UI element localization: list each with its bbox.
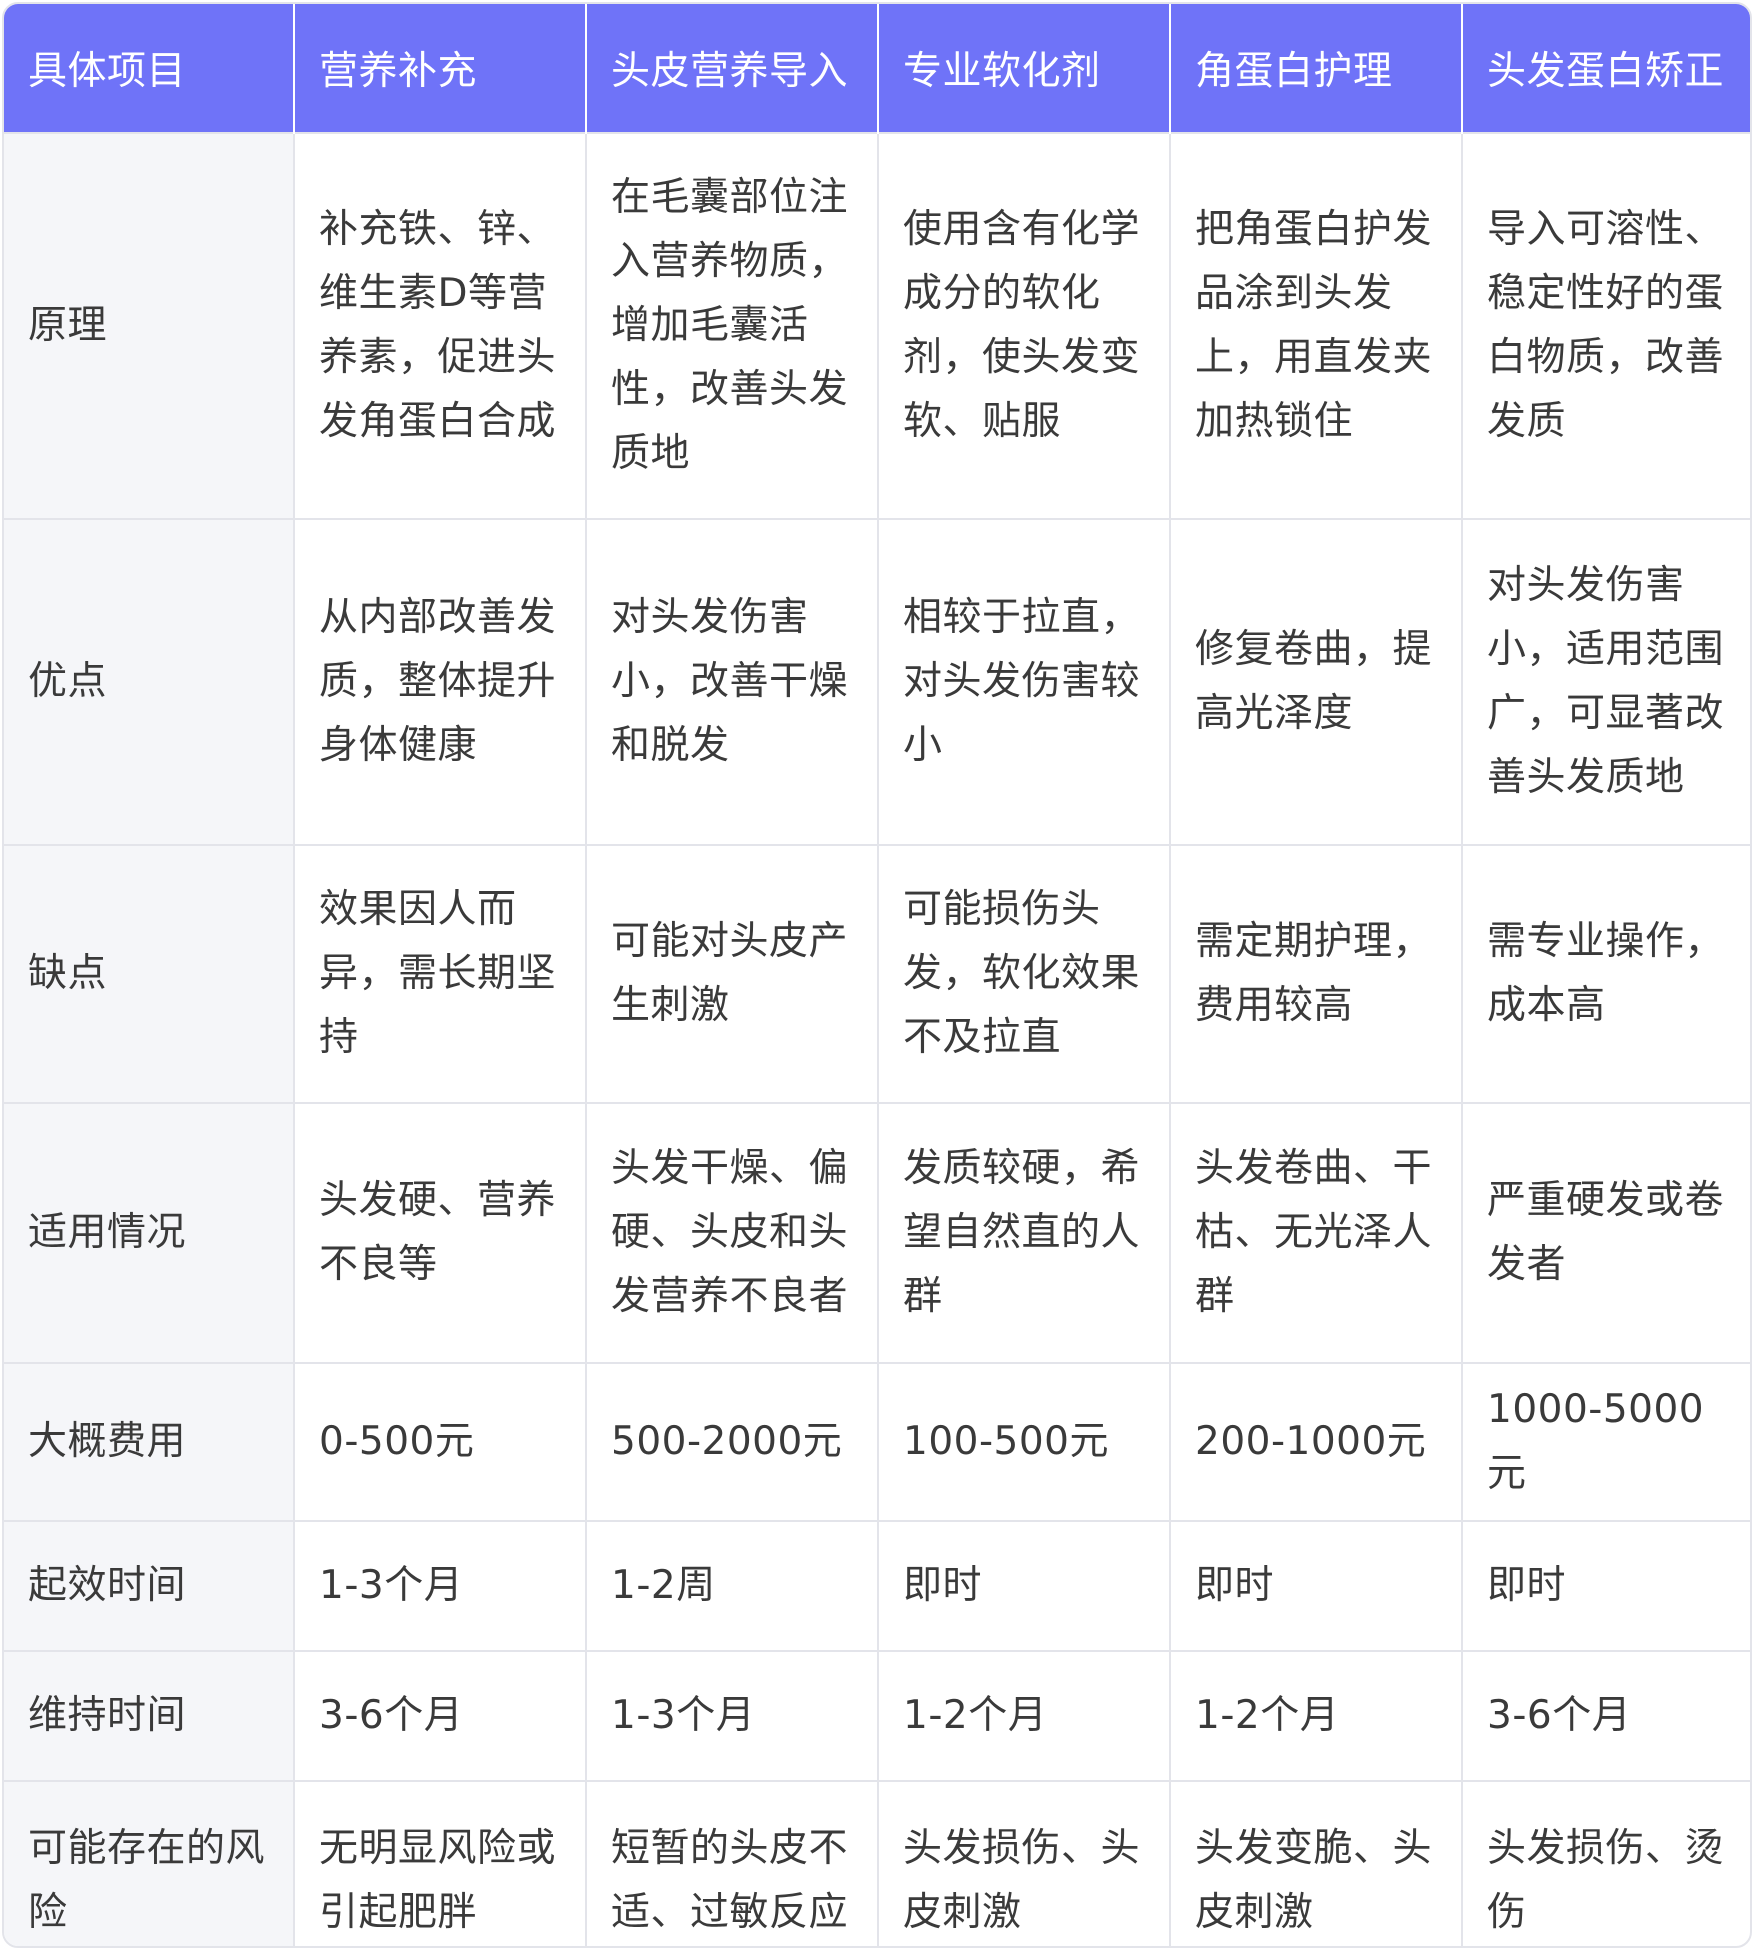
table-cell: 头发变脆、头皮刺激 — [1170, 1780, 1463, 1946]
table-cell: 1-3个月 — [586, 1650, 879, 1781]
table-cell: 修复卷曲，提高光泽度 — [1170, 518, 1463, 845]
header-cell-protein-correction: 头发蛋白矫正 — [1462, 4, 1750, 133]
table-cell: 1-2周 — [586, 1520, 879, 1651]
table-cell: 100-500元 — [878, 1362, 1171, 1521]
table-cell: 0-500元 — [294, 1362, 587, 1521]
header-cell-softener: 专业软化剂 — [878, 4, 1171, 133]
table-cell: 500-2000元 — [586, 1362, 879, 1521]
table-cell: 1-3个月 — [294, 1520, 587, 1651]
row-label: 适用情况 — [4, 1102, 295, 1363]
comparison-table-container: 具体项目 营养补充 头皮营养导入 专业软化剂 角蛋白护理 头发蛋白矫正 原理 补… — [2, 2, 1752, 1948]
table-cell: 在毛囊部位注入营养物质，增加毛囊活性，改善头发质地 — [586, 132, 879, 519]
table-cell: 3-6个月 — [1462, 1650, 1750, 1781]
row-label: 起效时间 — [4, 1520, 295, 1651]
table-header-row: 具体项目 营养补充 头皮营养导入 专业软化剂 角蛋白护理 头发蛋白矫正 — [4, 4, 1750, 133]
table-row: 缺点 效果因人而异，需长期坚持 可能对头皮产生刺激 可能损伤头发，软化效果不及拉… — [4, 844, 1750, 1103]
table-row: 适用情况 头发硬、营养不良等 头发干燥、偏硬、头皮和头发营养不良者 发质较硬，希… — [4, 1102, 1750, 1363]
table-cell: 从内部改善发质，整体提升身体健康 — [294, 518, 587, 845]
table-cell: 头发卷曲、干枯、无光泽人群 — [1170, 1102, 1463, 1363]
table-cell: 即时 — [1170, 1520, 1463, 1651]
header-cell-scalp-infusion: 头皮营养导入 — [586, 4, 879, 133]
table-cell: 相较于拉直，对头发伤害较小 — [878, 518, 1171, 845]
table-cell: 头发损伤、烫伤 — [1462, 1780, 1750, 1946]
table-cell: 导入可溶性、稳定性好的蛋白物质，改善发质 — [1462, 132, 1750, 519]
comparison-table: 具体项目 营养补充 头皮营养导入 专业软化剂 角蛋白护理 头发蛋白矫正 原理 补… — [4, 4, 1750, 1946]
header-cell-keratin: 角蛋白护理 — [1170, 4, 1463, 133]
table-row: 起效时间 1-3个月 1-2周 即时 即时 即时 — [4, 1520, 1750, 1651]
table-cell: 需定期护理，费用较高 — [1170, 844, 1463, 1103]
table-cell: 使用含有化学成分的软化剂，使头发变软、贴服 — [878, 132, 1171, 519]
row-label: 维持时间 — [4, 1650, 295, 1781]
row-label: 原理 — [4, 132, 295, 519]
header-cell-item: 具体项目 — [4, 4, 295, 133]
table-cell: 发质较硬，希望自然直的人群 — [878, 1102, 1171, 1363]
table-cell: 补充铁、锌、维生素D等营养素，促进头发角蛋白合成 — [294, 132, 587, 519]
table-cell: 短暂的头皮不适、过敏反应 — [586, 1780, 879, 1946]
header-cell-nutrition: 营养补充 — [294, 4, 587, 133]
table-row: 原理 补充铁、锌、维生素D等营养素，促进头发角蛋白合成 在毛囊部位注入营养物质，… — [4, 132, 1750, 519]
table-cell: 可能损伤头发，软化效果不及拉直 — [878, 844, 1171, 1103]
table-row: 大概费用 0-500元 500-2000元 100-500元 200-1000元… — [4, 1362, 1750, 1521]
table-cell: 即时 — [878, 1520, 1171, 1651]
table-cell: 效果因人而异，需长期坚持 — [294, 844, 587, 1103]
table-cell: 1-2个月 — [878, 1650, 1171, 1781]
table-cell: 严重硬发或卷发者 — [1462, 1102, 1750, 1363]
table-cell: 对头发伤害小，改善干燥和脱发 — [586, 518, 879, 845]
row-label: 缺点 — [4, 844, 295, 1103]
table-cell: 头发损伤、头皮刺激 — [878, 1780, 1171, 1946]
table-row: 优点 从内部改善发质，整体提升身体健康 对头发伤害小，改善干燥和脱发 相较于拉直… — [4, 518, 1750, 845]
table-cell: 对头发伤害小，适用范围广，可显著改善头发质地 — [1462, 518, 1750, 845]
row-label: 优点 — [4, 518, 295, 845]
table-cell: 无明显风险或引起肥胖 — [294, 1780, 587, 1946]
table-cell: 即时 — [1462, 1520, 1750, 1651]
table-cell: 1000-5000元 — [1462, 1362, 1750, 1521]
table-row: 可能存在的风险 无明显风险或引起肥胖 短暂的头皮不适、过敏反应 头发损伤、头皮刺… — [4, 1780, 1750, 1946]
table-cell: 头发硬、营养不良等 — [294, 1102, 587, 1363]
table-cell: 把角蛋白护发品涂到头发上，用直发夹加热锁住 — [1170, 132, 1463, 519]
table-cell: 可能对头皮产生刺激 — [586, 844, 879, 1103]
table-cell: 头发干燥、偏硬、头皮和头发营养不良者 — [586, 1102, 879, 1363]
table-cell: 200-1000元 — [1170, 1362, 1463, 1521]
row-label: 大概费用 — [4, 1362, 295, 1521]
table-row: 维持时间 3-6个月 1-3个月 1-2个月 1-2个月 3-6个月 — [4, 1650, 1750, 1781]
table-cell: 需专业操作，成本高 — [1462, 844, 1750, 1103]
table-cell: 1-2个月 — [1170, 1650, 1463, 1781]
row-label: 可能存在的风险 — [4, 1780, 295, 1946]
table-cell: 3-6个月 — [294, 1650, 587, 1781]
